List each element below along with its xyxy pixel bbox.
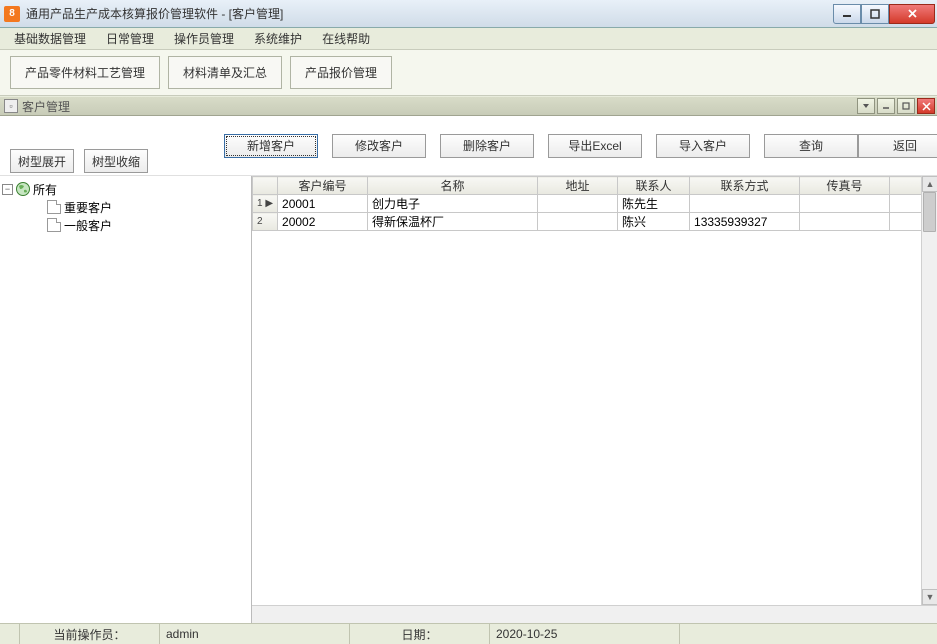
main-toolbar: 产品零件材料工艺管理 材料清单及汇总 产品报价管理 bbox=[0, 50, 937, 96]
col-name[interactable]: 名称 bbox=[368, 177, 538, 195]
col-customer-id[interactable]: 客户编号 bbox=[278, 177, 368, 195]
customer-table: 客户编号 名称 地址 联系人 联系方式 传真号 1 ▶20001创力电子陈先生2… bbox=[252, 176, 937, 231]
import-customer-button[interactable]: 导入客户 bbox=[656, 134, 750, 158]
tree-child-important[interactable]: 重要客户 bbox=[2, 198, 249, 216]
col-address[interactable]: 地址 bbox=[538, 177, 618, 195]
menu-daily[interactable]: 日常管理 bbox=[96, 27, 164, 50]
status-spacer bbox=[0, 624, 20, 644]
mdi-title: 客户管理 bbox=[22, 98, 70, 115]
document-icon bbox=[47, 200, 61, 214]
status-date-label: 日期： bbox=[350, 624, 490, 644]
menu-system[interactable]: 系统维护 bbox=[244, 27, 312, 50]
cell-name[interactable]: 创力电子 bbox=[368, 195, 538, 213]
menu-help[interactable]: 在线帮助 bbox=[312, 27, 380, 50]
cell-phone[interactable]: 13335939327 bbox=[690, 213, 800, 231]
status-operator-label: 当前操作员： bbox=[20, 624, 160, 644]
cell-addr[interactable] bbox=[538, 213, 618, 231]
status-date-value: 2020-10-25 bbox=[490, 624, 680, 644]
tree-child-general[interactable]: 一般客户 bbox=[2, 216, 249, 234]
window-title: 通用产品生产成本核算报价管理软件 - [客户管理] bbox=[26, 5, 283, 22]
status-rest bbox=[680, 624, 937, 644]
mdi-restore-icon[interactable]: ▫ bbox=[4, 99, 18, 113]
tree-root-label: 所有 bbox=[33, 181, 57, 198]
mdi-close-button[interactable] bbox=[917, 98, 935, 114]
cell-contact[interactable]: 陈兴 bbox=[618, 213, 690, 231]
tree-expand-button[interactable]: 树型展开 bbox=[10, 149, 74, 173]
new-customer-button[interactable]: 新增客户 bbox=[224, 134, 318, 158]
cell-id[interactable]: 20001 bbox=[278, 195, 368, 213]
window-maximize-button[interactable] bbox=[861, 4, 889, 24]
col-contact[interactable]: 联系人 bbox=[618, 177, 690, 195]
mdi-maximize-button[interactable] bbox=[897, 98, 915, 114]
horizontal-scrollbar[interactable] bbox=[252, 605, 937, 623]
mdi-child-header: ▫ 客户管理 bbox=[0, 96, 937, 116]
toolbar-bom-summary-button[interactable]: 材料清单及汇总 bbox=[168, 56, 282, 89]
menubar: 基础数据管理 日常管理 操作员管理 系统维护 在线帮助 bbox=[0, 28, 937, 50]
col-fax[interactable]: 传真号 bbox=[800, 177, 890, 195]
cell-addr[interactable] bbox=[538, 195, 618, 213]
menu-basic-data[interactable]: 基础数据管理 bbox=[4, 27, 96, 50]
row-selector-header[interactable] bbox=[253, 177, 278, 195]
window-minimize-button[interactable] bbox=[833, 4, 861, 24]
tree-child-label: 重要客户 bbox=[64, 199, 112, 216]
table-row[interactable]: 220002得新保温杯厂 陈兴13335939327 bbox=[253, 213, 937, 231]
vertical-scrollbar[interactable]: ▲ ▼ bbox=[921, 176, 937, 605]
row-selector[interactable]: 1 ▶ bbox=[253, 195, 278, 213]
cell-fax[interactable] bbox=[800, 213, 890, 231]
tree-child-label: 一般客户 bbox=[64, 217, 112, 234]
cell-fax[interactable] bbox=[800, 195, 890, 213]
main-split: − 所有 重要客户 一般客户 客户编号 名称 bbox=[0, 176, 937, 623]
tree-toggle-icon[interactable]: − bbox=[2, 184, 13, 195]
globe-icon bbox=[15, 181, 31, 197]
mdi-dropdown-button[interactable] bbox=[857, 98, 875, 114]
search-button[interactable]: 查询 bbox=[764, 134, 858, 158]
cell-name[interactable]: 得新保温杯厂 bbox=[368, 213, 538, 231]
tree-panel: − 所有 重要客户 一般客户 bbox=[0, 176, 252, 623]
window-titlebar: 8 通用产品生产成本核算报价管理软件 - [客户管理] bbox=[0, 0, 937, 28]
tree-collapse-button[interactable]: 树型收缩 bbox=[84, 149, 148, 173]
export-excel-button[interactable]: 导出Excel bbox=[548, 134, 642, 158]
edit-customer-button[interactable]: 修改客户 bbox=[332, 134, 426, 158]
document-icon bbox=[47, 218, 61, 232]
status-operator-value: admin bbox=[160, 624, 350, 644]
scroll-down-arrow[interactable]: ▼ bbox=[922, 589, 937, 605]
delete-customer-button[interactable]: 删除客户 bbox=[440, 134, 534, 158]
scroll-thumb[interactable] bbox=[923, 192, 936, 232]
cell-id[interactable]: 20002 bbox=[278, 213, 368, 231]
statusbar: 当前操作员： admin 日期： 2020-10-25 bbox=[0, 623, 937, 644]
mdi-minimize-button[interactable] bbox=[877, 98, 895, 114]
scroll-up-arrow[interactable]: ▲ bbox=[922, 176, 937, 192]
table-header-row: 客户编号 名称 地址 联系人 联系方式 传真号 bbox=[253, 177, 937, 195]
row-selector[interactable]: 2 bbox=[253, 213, 278, 231]
cell-phone[interactable] bbox=[690, 195, 800, 213]
menu-operator[interactable]: 操作员管理 bbox=[164, 27, 244, 50]
back-button[interactable]: 返回 bbox=[858, 134, 937, 158]
toolbar-quote-button[interactable]: 产品报价管理 bbox=[290, 56, 392, 89]
tree-root-node[interactable]: − 所有 bbox=[2, 180, 249, 198]
app-icon: 8 bbox=[4, 6, 20, 22]
toolbar-parts-material-button[interactable]: 产品零件材料工艺管理 bbox=[10, 56, 160, 89]
window-close-button[interactable] bbox=[889, 4, 935, 24]
col-phone[interactable]: 联系方式 bbox=[690, 177, 800, 195]
table-row[interactable]: 1 ▶20001创力电子 陈先生 bbox=[253, 195, 937, 213]
grid-panel: 客户编号 名称 地址 联系人 联系方式 传真号 1 ▶20001创力电子陈先生2… bbox=[252, 176, 937, 623]
action-bar: 新增客户 修改客户 删除客户 导出Excel 导入客户 查询 返回 树型展开 树… bbox=[0, 116, 937, 176]
cell-contact[interactable]: 陈先生 bbox=[618, 195, 690, 213]
